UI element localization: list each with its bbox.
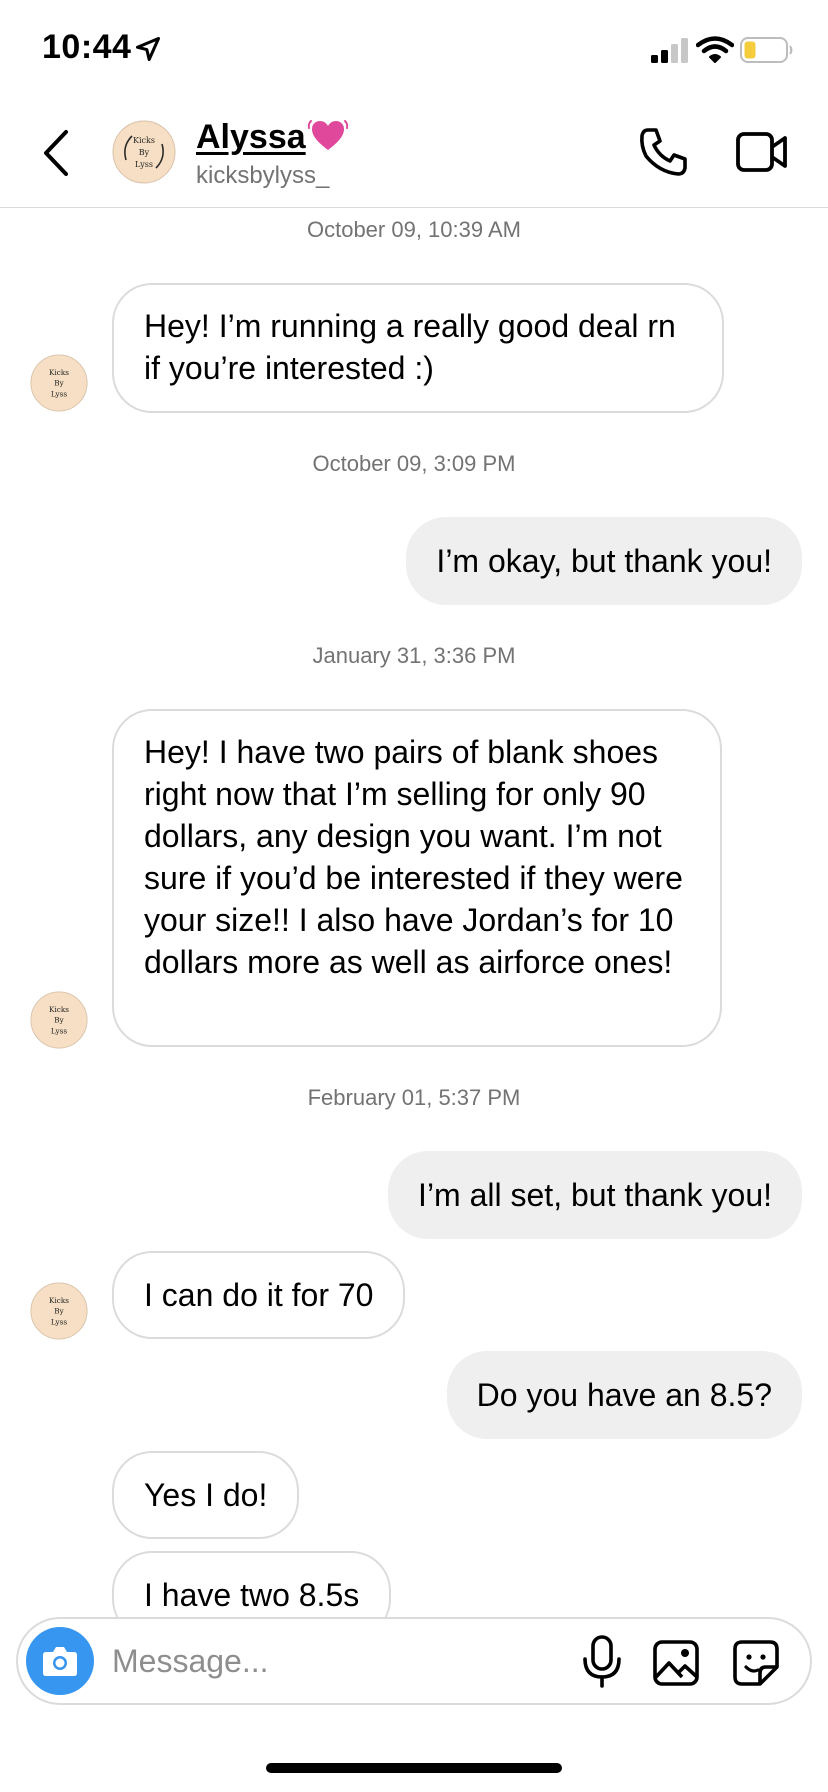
avatar: Kicks By Lyss <box>30 991 88 1049</box>
chat-header: Kicks By Lyss Alyssa kicksbylyss_ <box>0 100 828 208</box>
video-call-icon[interactable] <box>736 130 788 174</box>
sticker-icon[interactable] <box>732 1639 780 1687</box>
message-timestamp: January 31, 3:36 PM <box>312 643 516 668</box>
contact-username: kicksbylyss_ <box>196 162 330 189</box>
svg-text:Lyss: Lyss <box>51 1027 68 1036</box>
avatar: Kicks By Lyss <box>30 354 88 412</box>
svg-text:Kicks: Kicks <box>133 136 155 145</box>
contact-name[interactable]: Alyssa <box>196 116 348 157</box>
message-timestamp: October 09, 3:09 PM <box>312 451 516 476</box>
svg-text:Lyss: Lyss <box>135 160 153 169</box>
message-timestamp: October 09, 10:39 AM <box>306 217 522 242</box>
svg-text:Lyss: Lyss <box>51 1318 68 1327</box>
outgoing-message[interactable]: I’m all set, but thank you! <box>388 1151 802 1239</box>
incoming-message[interactable]: I have two 8.5s <box>112 1551 392 1617</box>
phone-call-icon[interactable] <box>638 126 690 178</box>
incoming-message[interactable]: Hey! I’m running a really good deal rn i… <box>112 283 724 413</box>
svg-text:By: By <box>54 1016 64 1025</box>
home-indicator[interactable] <box>266 1763 562 1773</box>
status-time: 10:44 <box>42 28 132 66</box>
location-arrow-icon <box>135 36 161 62</box>
message-composer <box>16 1617 812 1705</box>
message-input[interactable] <box>112 1639 492 1683</box>
svg-text:By: By <box>139 148 150 157</box>
cellular-signal-icon <box>651 38 688 63</box>
wifi-icon <box>696 36 734 63</box>
status-bar: 10:44 <box>0 0 828 100</box>
microphone-icon[interactable] <box>580 1635 624 1689</box>
camera-button[interactable] <box>26 1627 94 1695</box>
svg-text:Kicks: Kicks <box>49 1005 69 1014</box>
incoming-message[interactable]: Hey! I have two pairs of blank shoes rig… <box>112 709 722 1047</box>
svg-text:Kicks: Kicks <box>49 1296 69 1305</box>
incoming-message[interactable]: Yes I do! <box>112 1451 300 1539</box>
incoming-message[interactable]: I can do it for 70 <box>112 1251 406 1339</box>
avatar[interactable]: Kicks By Lyss <box>112 120 176 184</box>
camera-icon <box>43 1647 77 1676</box>
contact-name-text: Alyssa <box>196 118 306 156</box>
back-chevron-icon[interactable] <box>36 126 76 180</box>
avatar: Kicks By Lyss <box>30 1282 88 1340</box>
svg-text:By: By <box>54 379 64 388</box>
outgoing-message[interactable]: Do you have an 8.5? <box>446 1351 802 1439</box>
outgoing-message[interactable]: I’m okay, but thank you! <box>406 517 802 605</box>
svg-text:Lyss: Lyss <box>51 390 68 399</box>
svg-text:By: By <box>54 1307 64 1316</box>
beating-heart-emoji-icon <box>307 120 348 150</box>
svg-text:Kicks: Kicks <box>49 368 69 377</box>
gallery-icon[interactable] <box>652 1639 700 1687</box>
message-thread[interactable]: October 09, 10:39 AM Hey! I’m running a … <box>0 209 828 1617</box>
message-timestamp: February 01, 5:37 PM <box>307 1085 521 1110</box>
battery-icon <box>740 37 793 63</box>
